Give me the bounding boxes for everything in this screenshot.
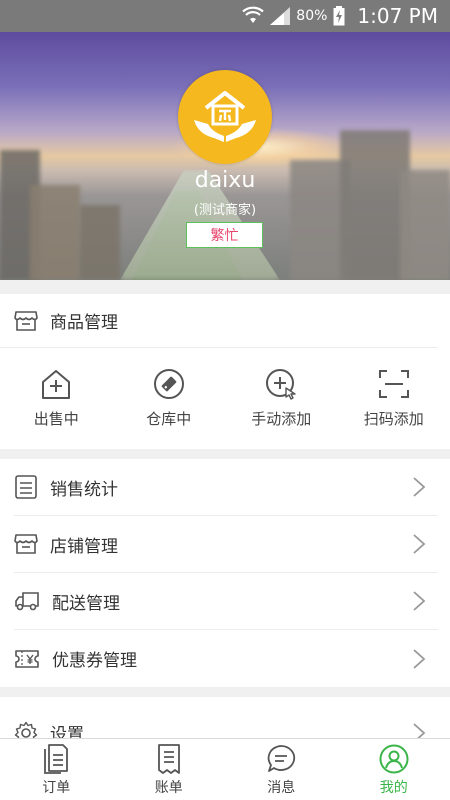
settings-card: 设置 (0, 697, 450, 742)
status-badge[interactable]: 繁忙 (186, 222, 263, 248)
message-icon (267, 745, 296, 772)
clock: 1:07 PM (357, 4, 438, 28)
menu-item-label: 优惠券管理 (52, 651, 137, 671)
menu-item-label: 配送管理 (52, 593, 120, 614)
tab-orders[interactable]: 订单 (0, 739, 113, 800)
store-icon (14, 310, 38, 331)
battery-percent: 80% (296, 8, 328, 24)
product-management-header[interactable]: 商品管理 (0, 294, 438, 348)
menu-item-label: 店铺管理 (50, 536, 118, 557)
menu-item-store-management[interactable]: 店铺管理 (0, 516, 450, 573)
clipboard-list-icon (15, 475, 37, 499)
chevron-right-icon (413, 591, 426, 611)
store-icon (14, 534, 38, 554)
action-label: 出售中 (33, 410, 79, 428)
coupon-icon (15, 649, 39, 668)
tab-mine[interactable]: 我的 (338, 739, 450, 800)
tag-icon (153, 369, 184, 399)
menu-item-label: 销售统计 (50, 479, 118, 500)
bill-icon (157, 744, 180, 774)
truck-icon (15, 592, 39, 611)
nav-label: 订单 (42, 780, 71, 796)
scan-icon (378, 370, 409, 398)
product-actions: 出售中 仓库中 手动添加 扫码添加 (0, 348, 450, 448)
signal-icon (270, 7, 291, 25)
add-touch-icon (266, 369, 296, 400)
order-icon (44, 744, 69, 774)
nav-label: 账单 (154, 780, 183, 796)
home-hands-logo-icon (194, 91, 256, 142)
action-label: 仓库中 (146, 410, 192, 428)
chevron-right-icon (413, 648, 426, 669)
on-sale-button[interactable]: 出售中 (0, 348, 113, 448)
wifi-icon (242, 6, 265, 23)
profile-icon (379, 744, 409, 774)
chevron-right-icon (413, 534, 426, 554)
merchant-type: (测试商家) (193, 203, 257, 218)
product-management-title: 商品管理 (50, 313, 118, 333)
avatar[interactable] (178, 70, 272, 164)
profile-header: daixu (测试商家) 繁忙 (0, 32, 450, 280)
action-label: 手动添加 (251, 410, 312, 428)
tab-bills[interactable]: 账单 (113, 739, 226, 800)
action-label: 扫码添加 (363, 410, 424, 428)
product-management-card: 商品管理 出售中 仓库中 手动添加 扫码添加 (0, 294, 450, 449)
bottom-nav: 订单 账单 消息 我的 (0, 738, 450, 800)
management-menu: 销售统计 店铺管理 配送管理 优惠券管理 (0, 459, 450, 687)
nav-label: 我的 (379, 780, 408, 796)
status-bar: 80% 1:07 PM (0, 0, 450, 32)
in-warehouse-button[interactable]: 仓库中 (113, 348, 226, 448)
house-plus-icon (42, 370, 71, 399)
manual-add-button[interactable]: 手动添加 (225, 348, 338, 448)
menu-item-settings[interactable]: 设置 (0, 697, 450, 742)
scan-add-button[interactable]: 扫码添加 (338, 348, 450, 448)
nav-label: 消息 (267, 780, 296, 796)
menu-item-coupon-management[interactable]: 优惠券管理 (0, 630, 450, 687)
menu-item-delivery-management[interactable]: 配送管理 (0, 573, 450, 630)
tab-messages[interactable]: 消息 (225, 739, 338, 800)
menu-item-sales-stats[interactable]: 销售统计 (0, 459, 450, 516)
chevron-right-icon (413, 477, 426, 497)
username: daixu (194, 168, 256, 193)
battery-charging-icon (333, 6, 345, 26)
